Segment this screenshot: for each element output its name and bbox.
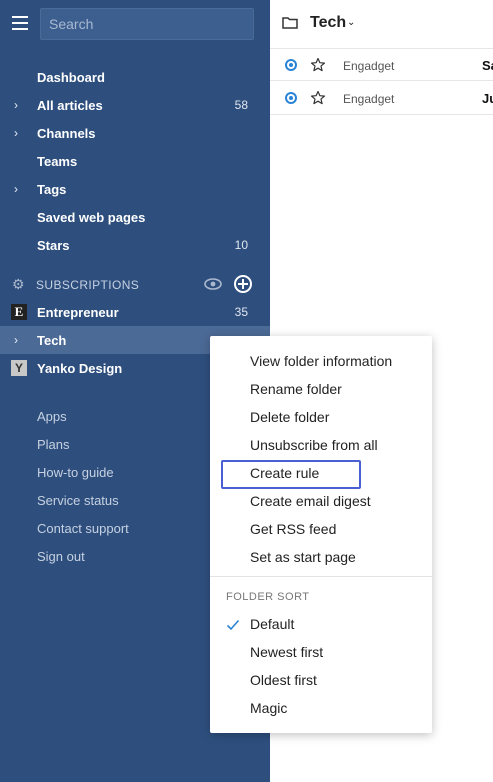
sort-option-oldest-first[interactable]: Oldest first xyxy=(250,672,317,688)
article-source: Engadget xyxy=(343,92,395,106)
sidebar-item-label: Tags xyxy=(37,181,67,197)
footer-link-service-status[interactable]: Service status xyxy=(37,493,119,508)
chevron-down-icon[interactable]: ⌄ xyxy=(347,17,355,28)
entrepreneur-icon: E xyxy=(11,304,27,320)
footer-link-sign-out[interactable]: Sign out xyxy=(37,549,85,564)
footer-link-how-to-guide[interactable]: How-to guide xyxy=(37,465,114,480)
sidebar-item-label: All articles xyxy=(37,97,103,113)
article-row[interactable]: Engadget Sa xyxy=(270,48,493,81)
sidebar-item-saved-web-pages[interactable]: Saved web pages xyxy=(0,203,270,231)
eye-icon[interactable] xyxy=(204,277,222,291)
sidebar-item-label: Saved web pages xyxy=(37,209,146,225)
sidebar-item-label: Channels xyxy=(37,125,96,141)
folder-sort-heading: FOLDER SORT xyxy=(226,591,310,603)
unread-indicator-icon[interactable] xyxy=(285,92,297,104)
folder-context-menu: View folder information Rename folder De… xyxy=(210,336,432,733)
feed-label: Entrepreneur xyxy=(37,304,119,320)
gear-icon[interactable]: ⚙ xyxy=(12,277,26,291)
sidebar-feed-entrepreneur[interactable]: E Entrepreneur 35 xyxy=(0,298,270,326)
menu-item-delete-folder[interactable]: Delete folder xyxy=(250,409,329,425)
star-icon[interactable] xyxy=(310,90,326,106)
menu-divider xyxy=(210,576,432,577)
sidebar-topbar xyxy=(0,0,270,48)
sidebar-item-all-articles[interactable]: › All articles 58 xyxy=(0,91,270,119)
feed-count: 35 xyxy=(234,305,248,319)
article-source: Engadget xyxy=(343,59,395,73)
chevron-right-icon[interactable]: › xyxy=(14,127,24,139)
menu-item-create-email-digest[interactable]: Create email digest xyxy=(250,493,371,509)
menu-item-unsubscribe-from-all[interactable]: Unsubscribe from all xyxy=(250,437,378,453)
sidebar-item-teams[interactable]: Teams xyxy=(0,147,270,175)
menu-item-rename-folder[interactable]: Rename folder xyxy=(250,381,342,397)
menu-item-create-rule[interactable]: Create rule xyxy=(250,465,319,481)
article-title[interactable]: Sa xyxy=(482,58,493,73)
sort-option-default[interactable]: Default xyxy=(250,616,294,632)
add-subscription-icon[interactable] xyxy=(234,275,252,293)
folder-title[interactable]: Tech xyxy=(310,14,346,32)
star-icon[interactable] xyxy=(310,57,326,73)
sidebar-item-dashboard[interactable]: Dashboard xyxy=(0,63,270,91)
sidebar-item-label: Dashboard xyxy=(37,69,105,85)
footer-link-apps[interactable]: Apps xyxy=(37,409,67,424)
unread-count: 58 xyxy=(234,98,248,112)
sidebar-item-tags[interactable]: › Tags xyxy=(0,175,270,203)
article-title[interactable]: Ju xyxy=(482,91,493,106)
sidebar-item-channels[interactable]: › Channels xyxy=(0,119,270,147)
footer-link-plans[interactable]: Plans xyxy=(37,437,70,452)
checkmark-icon xyxy=(226,619,240,631)
chevron-right-icon[interactable]: › xyxy=(14,334,24,346)
chevron-right-icon[interactable]: › xyxy=(14,183,24,195)
stars-count: 10 xyxy=(234,238,248,252)
sidebar-item-label: Teams xyxy=(37,153,78,169)
article-row[interactable]: Engadget Ju xyxy=(270,82,493,115)
folder-header: Tech ⌄ xyxy=(270,0,493,48)
feed-label: Tech xyxy=(37,332,67,348)
menu-item-get-rss-feed[interactable]: Get RSS feed xyxy=(250,521,336,537)
menu-item-set-as-start-page[interactable]: Set as start page xyxy=(250,549,356,565)
subscriptions-header: ⚙ SUBSCRIPTIONS xyxy=(0,272,270,298)
menu-item-view-folder-information[interactable]: View folder information xyxy=(250,353,392,369)
subscriptions-title: SUBSCRIPTIONS xyxy=(36,278,140,292)
sidebar-item-label: Stars xyxy=(37,237,70,253)
sort-option-newest-first[interactable]: Newest first xyxy=(250,644,323,660)
feed-label: Yanko Design xyxy=(37,360,123,376)
unread-indicator-icon[interactable] xyxy=(285,59,297,71)
folder-icon xyxy=(282,17,298,29)
hamburger-menu-icon[interactable] xyxy=(12,16,28,30)
chevron-right-icon[interactable]: › xyxy=(14,99,24,111)
search-input[interactable] xyxy=(40,8,254,40)
footer-link-contact-support[interactable]: Contact support xyxy=(37,521,129,536)
sort-option-magic[interactable]: Magic xyxy=(250,700,287,716)
sidebar-item-stars[interactable]: Stars 10 xyxy=(0,231,270,259)
yanko-design-icon: Y xyxy=(11,360,27,376)
